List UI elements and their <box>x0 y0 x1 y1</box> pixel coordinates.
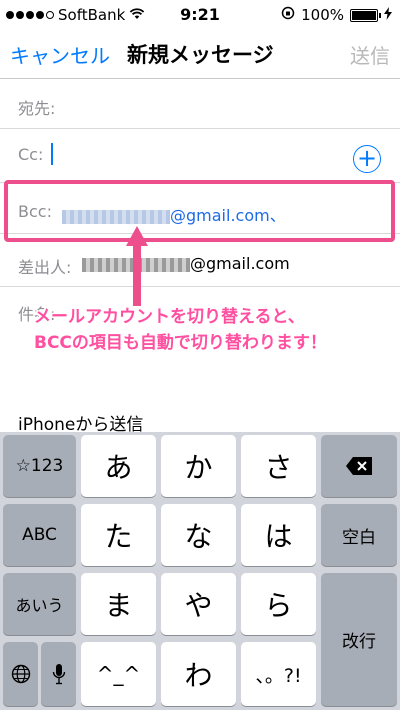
delete-key[interactable] <box>321 435 397 497</box>
from-field[interactable]: 差出人: @gmail.com <box>0 234 400 287</box>
battery-icon <box>350 8 381 22</box>
page-title: 新規メッセージ <box>127 43 274 67</box>
kana-wa-label: わ <box>184 659 213 692</box>
cc-label: Cc: <box>18 145 44 164</box>
kana-sa-label: さ <box>264 451 293 484</box>
kana-key-sa[interactable]: さ <box>241 435 316 497</box>
numbers-key-label: ☆123 <box>15 456 64 476</box>
add-contact-button[interactable]: + <box>353 145 381 173</box>
kana-key-ra[interactable]: ら <box>241 573 316 635</box>
space-key-label: 空白 <box>342 527 376 548</box>
kana-key[interactable]: あいう <box>3 573 76 635</box>
kana-ta-label: た <box>104 520 133 553</box>
annotation-line-2: BCCの項目も自動で切り替わります！ <box>34 333 327 353</box>
globe-icon <box>3 642 38 706</box>
kana-key-label: あいう <box>15 596 64 615</box>
status-bar: SoftBank 9:21 100% <box>0 0 400 30</box>
kana-key-ma[interactable]: ま <box>81 573 156 635</box>
return-key-label: 改行 <box>342 632 376 652</box>
annotation-line-1: メールアカウントを切り替えると、 <box>34 307 305 327</box>
kana-key-a[interactable]: あ <box>81 435 156 497</box>
space-key[interactable]: 空白 <box>321 504 397 566</box>
send-button[interactable]: 送信 <box>350 40 390 69</box>
abc-key[interactable]: ABC <box>3 504 76 566</box>
from-label: 差出人: <box>18 258 72 277</box>
kana-ya-label: や <box>184 589 213 622</box>
rotation-lock-icon <box>281 6 295 24</box>
kana-key-ka[interactable]: か <box>161 435 236 497</box>
emoticon-key[interactable]: ^_^ <box>81 642 156 706</box>
battery-percent: 100% <box>301 6 344 24</box>
status-right: 100% <box>281 6 392 24</box>
to-field[interactable]: 宛先: <box>0 79 400 129</box>
kana-key-wa[interactable]: わ <box>161 642 236 706</box>
charging-icon <box>384 6 392 24</box>
annotation-arrow-icon <box>126 226 148 306</box>
return-key[interactable]: 改行 <box>321 573 397 706</box>
kana-key-ya[interactable]: や <box>161 573 236 635</box>
backspace-icon <box>321 435 397 497</box>
navigation-bar: キャンセル 新規メッセージ 送信 <box>0 30 400 79</box>
annotation-note: メールアカウントを切り替えると、 BCCの項目も自動で切り替わります！ <box>34 304 327 356</box>
from-value: @gmail.com <box>82 254 290 273</box>
text-cursor <box>51 143 53 165</box>
globe-key[interactable] <box>3 642 38 706</box>
emoticon-label: ^_^ <box>96 662 141 686</box>
abc-key-label: ABC <box>22 525 57 545</box>
kana-key-ta[interactable]: た <box>81 504 156 566</box>
japanese-keyboard: ☆123 ABC あいう あ か さ た な は ま や ら ^_^ わ 、。?… <box>0 432 400 710</box>
kana-ha-label: は <box>264 520 293 553</box>
kana-ka-label: か <box>184 451 213 484</box>
microphone-icon <box>41 642 76 706</box>
numbers-key[interactable]: ☆123 <box>3 435 76 497</box>
cancel-button[interactable]: キャンセル <box>10 40 110 69</box>
kana-key-na[interactable]: な <box>161 504 236 566</box>
kana-a-label: あ <box>104 451 133 484</box>
punctuation-key[interactable]: 、。?! <box>241 642 316 706</box>
from-address-domain: @gmail.com <box>190 254 290 273</box>
kana-ra-label: ら <box>264 589 293 622</box>
kana-ma-label: ま <box>104 589 133 622</box>
cc-field[interactable]: Cc: <box>0 129 400 183</box>
to-label: 宛先: <box>18 99 56 118</box>
microphone-key[interactable] <box>41 642 76 706</box>
punctuation-label: 、。?! <box>255 664 302 687</box>
annotation-highlight-box <box>4 180 395 242</box>
kana-na-label: な <box>184 520 213 553</box>
kana-key-ha[interactable]: は <box>241 504 316 566</box>
